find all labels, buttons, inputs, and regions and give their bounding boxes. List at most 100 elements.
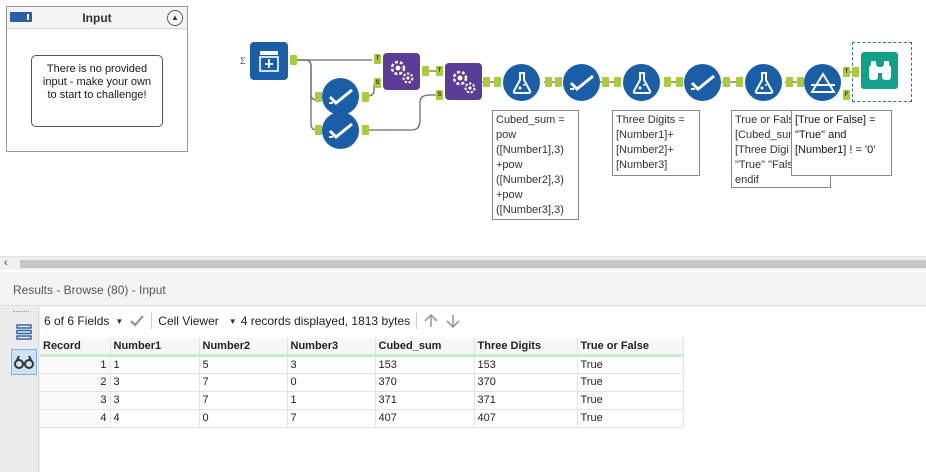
table-cell[interactable]: 370 — [375, 373, 475, 392]
table-rows-icon — [16, 324, 32, 340]
table-cell[interactable]: 3 — [110, 391, 200, 410]
table-cell[interactable]: True — [577, 355, 684, 374]
input-anchor[interactable] — [736, 77, 743, 87]
record-cell[interactable]: 1 — [40, 355, 111, 374]
record-cell[interactable]: 2 — [40, 373, 111, 392]
results-table: Record Number1 Number2 Number3 Cubed_sum… — [40, 338, 684, 428]
column-header-cubed-sum[interactable]: Cubed_sum — [375, 338, 475, 357]
table-cell[interactable]: 153 — [474, 355, 578, 374]
table-row[interactable]: 1 1 5 3 153 153 True — [40, 355, 684, 374]
table-cell[interactable]: 370 — [474, 373, 578, 392]
table-cell[interactable]: 407 — [474, 409, 578, 428]
column-header-number3[interactable]: Number3 — [287, 338, 376, 357]
input-anchor[interactable] — [315, 125, 322, 135]
output-anchor[interactable] — [786, 77, 793, 87]
record-cell[interactable]: 4 — [40, 409, 111, 428]
table-cell[interactable]: 1 — [287, 391, 376, 410]
table-cell[interactable]: 371 — [375, 391, 475, 410]
table-row[interactable]: 4 4 0 7 407 407 True — [40, 409, 684, 428]
workflow-window: Σ T S T S T F Cubed_sum = pow ([Number1]… — [0, 0, 926, 472]
table-cell[interactable]: 7 — [199, 373, 288, 392]
table-cell[interactable]: 153 — [375, 355, 475, 374]
text-input-icon — [259, 51, 279, 72]
output-anchor[interactable] — [290, 55, 297, 65]
input-anchor[interactable] — [315, 92, 322, 102]
input-anchor[interactable] — [614, 77, 621, 87]
arrow-down-icon — [446, 315, 460, 329]
output-anchor[interactable] — [545, 77, 552, 87]
table-cell[interactable]: True — [577, 409, 684, 428]
anchor-false[interactable]: F — [843, 90, 850, 100]
gears-icon — [390, 60, 413, 83]
table-cell[interactable]: 0 — [287, 373, 376, 392]
output-anchor[interactable] — [483, 77, 490, 87]
table-cell[interactable]: 3 — [110, 373, 200, 392]
formula-tool-3[interactable] — [745, 64, 782, 101]
annotation-three-digits: Three Digits = [Number1]+ [Number2]+ [Nu… — [612, 110, 700, 176]
select-tool-3[interactable] — [563, 64, 600, 101]
table-cell[interactable]: 371 — [474, 391, 578, 410]
table-cell[interactable]: 1 — [110, 355, 200, 374]
input-anchor[interactable] — [852, 67, 859, 77]
table-cell[interactable]: 3 — [287, 355, 376, 374]
formula-tool-2[interactable] — [623, 64, 660, 101]
output-anchor[interactable] — [664, 77, 671, 87]
collapse-chevron-up-icon[interactable]: ▲ — [167, 10, 183, 26]
input-anchor[interactable] — [676, 77, 683, 87]
grip-handle[interactable] — [13, 311, 29, 313]
anchor-true[interactable]: T — [843, 67, 850, 77]
formula-tool-1[interactable] — [503, 64, 540, 101]
table-cell[interactable]: 0 — [199, 409, 288, 428]
output-anchor[interactable] — [362, 125, 369, 135]
table-cell[interactable]: 407 — [375, 409, 475, 428]
scroll-down-button[interactable] — [445, 313, 461, 329]
record-cell[interactable]: 3 — [40, 391, 111, 410]
column-header-three-digits[interactable]: Three Digits — [474, 338, 578, 357]
column-header-record[interactable]: Record — [40, 338, 111, 357]
fields-dropdown[interactable]: 6 of 6 Fields ▼ — [44, 314, 123, 328]
input-anchor[interactable] — [494, 77, 501, 87]
output-anchor[interactable] — [422, 66, 429, 76]
select-tool-2[interactable] — [322, 112, 359, 149]
column-header-number1[interactable]: Number1 — [110, 338, 200, 357]
anchor-source[interactable]: S — [436, 90, 443, 100]
table-cell[interactable]: 5 — [199, 355, 288, 374]
browse-tool[interactable] — [861, 52, 898, 89]
table-cell[interactable]: 4 — [110, 409, 200, 428]
scroll-up-button[interactable] — [423, 313, 439, 329]
anchor-source[interactable]: S — [374, 78, 381, 88]
table-cell[interactable]: True — [577, 373, 684, 392]
input-anchor[interactable] — [555, 77, 562, 87]
svg-text:Σ: Σ — [240, 56, 246, 66]
column-header-true-or-false[interactable]: True or False — [577, 338, 684, 357]
workflow-canvas[interactable]: Σ T S T S T F Cubed_sum = pow ([Number1]… — [0, 0, 926, 256]
select-tool-4[interactable] — [684, 64, 721, 101]
output-anchor[interactable] — [362, 92, 369, 102]
check-icon — [328, 88, 353, 105]
table-header-row: Record Number1 Number2 Number3 Cubed_sum… — [40, 338, 684, 357]
text-input-tool[interactable] — [250, 42, 288, 80]
table-cell[interactable]: 7 — [287, 409, 376, 428]
browse-view-button[interactable] — [11, 349, 37, 375]
canvas-horizontal-scrollbar[interactable]: ‹ — [0, 256, 926, 270]
table-cell[interactable]: True — [577, 391, 684, 410]
anchor-true[interactable]: T — [436, 66, 443, 76]
column-header-number2[interactable]: Number2 — [199, 338, 288, 357]
scroll-left-arrow-icon[interactable]: ‹ — [4, 257, 8, 270]
table-view-button[interactable] — [11, 319, 37, 345]
input-anchor[interactable] — [797, 77, 804, 87]
table-row[interactable]: 3 3 7 1 371 371 True — [40, 391, 684, 410]
macro-tool-1[interactable] — [383, 53, 420, 90]
filter-prism-icon — [809, 71, 836, 93]
select-tool-1[interactable] — [322, 78, 359, 115]
cell-viewer-dropdown[interactable]: Cell Viewer ▼ — [158, 314, 236, 328]
scrollbar-thumb[interactable] — [20, 260, 926, 268]
apply-check-button[interactable] — [129, 314, 145, 328]
output-anchor[interactable] — [723, 77, 730, 87]
filter-tool[interactable] — [804, 64, 841, 101]
macro-tool-2[interactable] — [445, 63, 482, 100]
table-cell[interactable]: 7 — [199, 391, 288, 410]
output-anchor[interactable] — [602, 77, 609, 87]
table-row[interactable]: 2 3 7 0 370 370 True — [40, 373, 684, 392]
anchor-true[interactable]: T — [374, 54, 381, 64]
